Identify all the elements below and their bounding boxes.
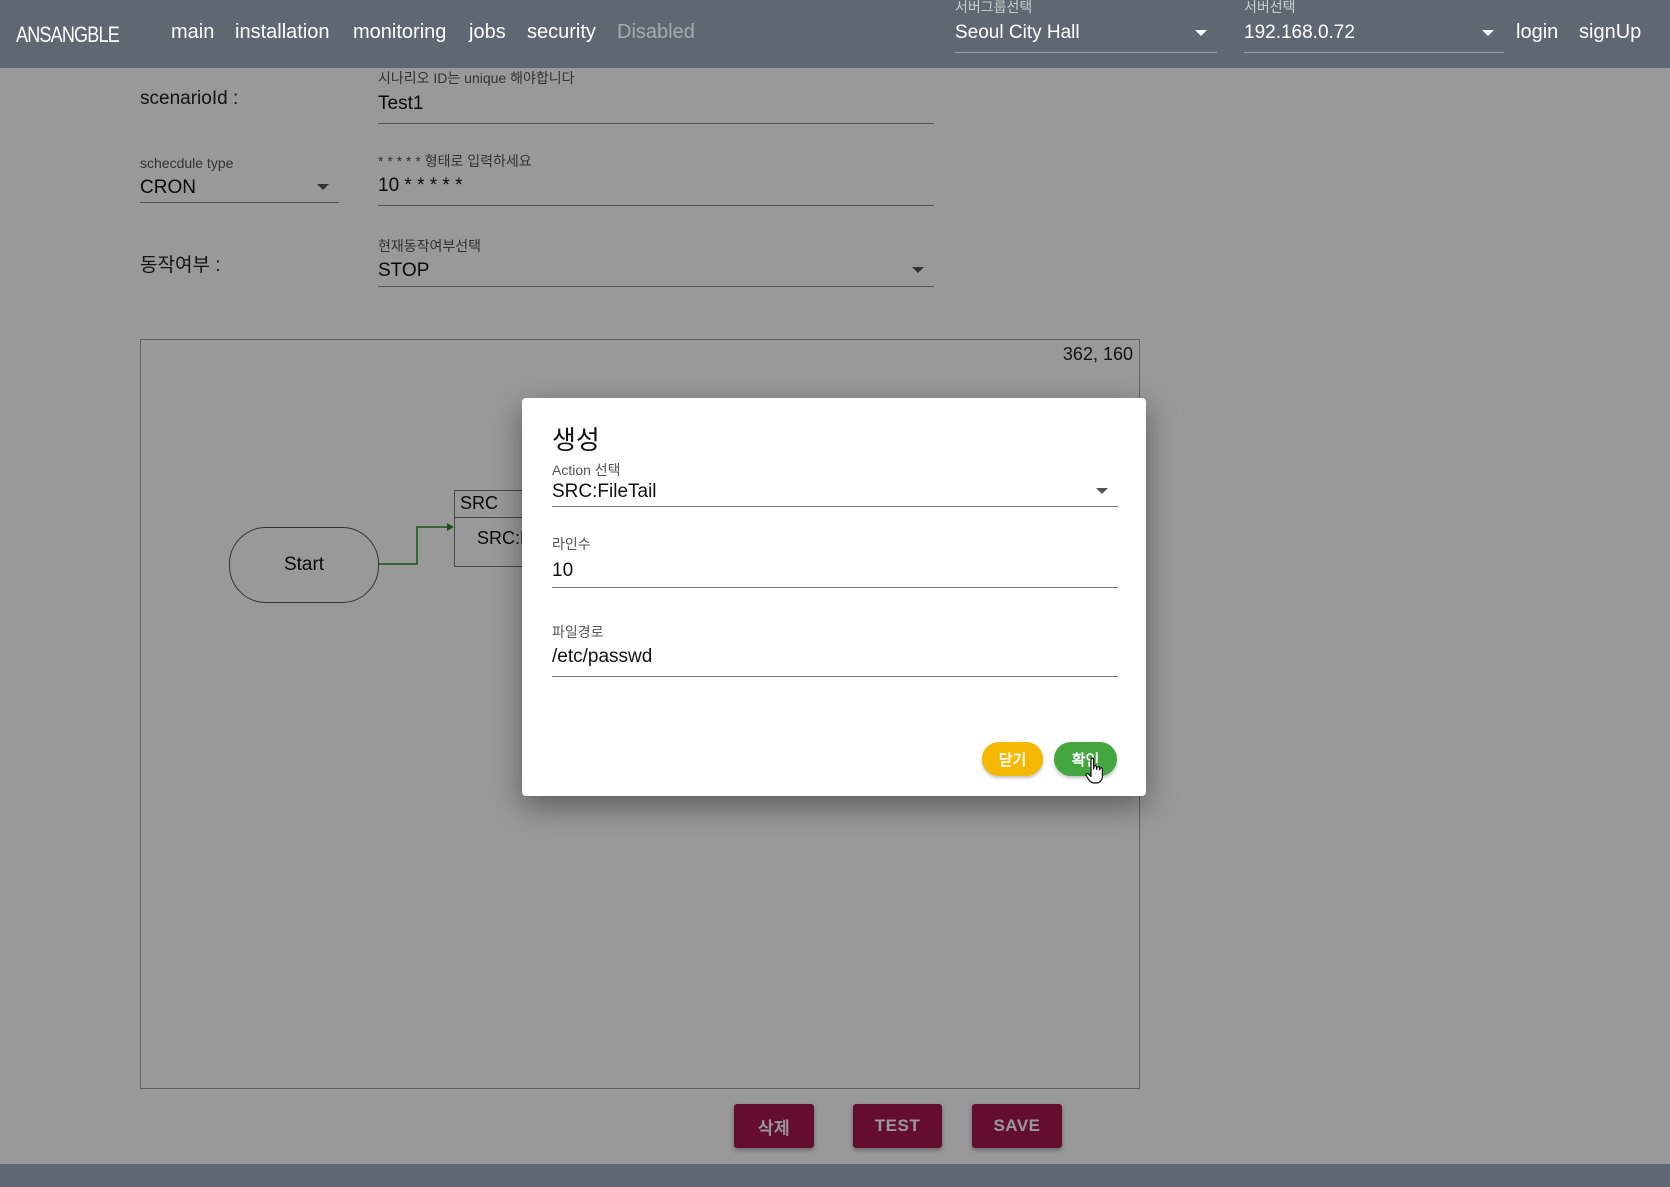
action-select[interactable]: Action 선택 SRC:FileTail xyxy=(552,460,1118,507)
file-path-caption: 파일경로 xyxy=(552,624,604,640)
close-button[interactable]: 닫기 xyxy=(982,742,1043,776)
nav-installation[interactable]: installation xyxy=(235,21,330,44)
footer-bar xyxy=(0,1164,1670,1187)
file-path-value: /etc/passwd xyxy=(552,646,653,667)
create-dialog: 생성 Action 선택 SRC:FileTail 라인수 10 파일경로 /e… xyxy=(522,398,1146,796)
dialog-title: 생성 xyxy=(552,425,600,455)
action-select-value: SRC:FileTail xyxy=(552,481,657,502)
server-group-caption: 서버그룹선택 xyxy=(955,0,1033,15)
server-group-select[interactable]: 서버그룹선택 Seoul City Hall xyxy=(955,0,1217,53)
nav-monitoring[interactable]: monitoring xyxy=(353,21,446,44)
nav-main[interactable]: main xyxy=(171,21,214,44)
server-value: 192.168.0.72 xyxy=(1244,22,1355,43)
line-count-value: 10 xyxy=(552,560,574,581)
action-select-caption: Action 선택 xyxy=(552,462,621,478)
app-bar: ANSANGBLE main installation monitoring j… xyxy=(0,0,1670,68)
chevron-down-icon xyxy=(1482,30,1494,36)
nav-disabled: Disabled xyxy=(617,21,695,43)
chevron-down-icon xyxy=(1096,488,1108,494)
nav-security[interactable]: security xyxy=(527,21,596,44)
signup-link[interactable]: signUp xyxy=(1579,21,1641,44)
chevron-down-icon xyxy=(1195,30,1207,36)
line-count-field[interactable]: 라인수 10 xyxy=(552,534,1118,588)
hand-pointer-icon xyxy=(1085,757,1103,784)
line-count-caption: 라인수 xyxy=(552,536,591,552)
server-group-value: Seoul City Hall xyxy=(955,22,1080,43)
server-select[interactable]: 서버선택 192.168.0.72 xyxy=(1244,0,1504,53)
file-path-field[interactable]: 파일경로 /etc/passwd xyxy=(552,622,1118,677)
nav-jobs[interactable]: jobs xyxy=(469,21,506,44)
server-caption: 서버선택 xyxy=(1244,0,1296,15)
login-link[interactable]: login xyxy=(1516,21,1558,44)
app-logo[interactable]: ANSANGBLE xyxy=(16,22,120,48)
